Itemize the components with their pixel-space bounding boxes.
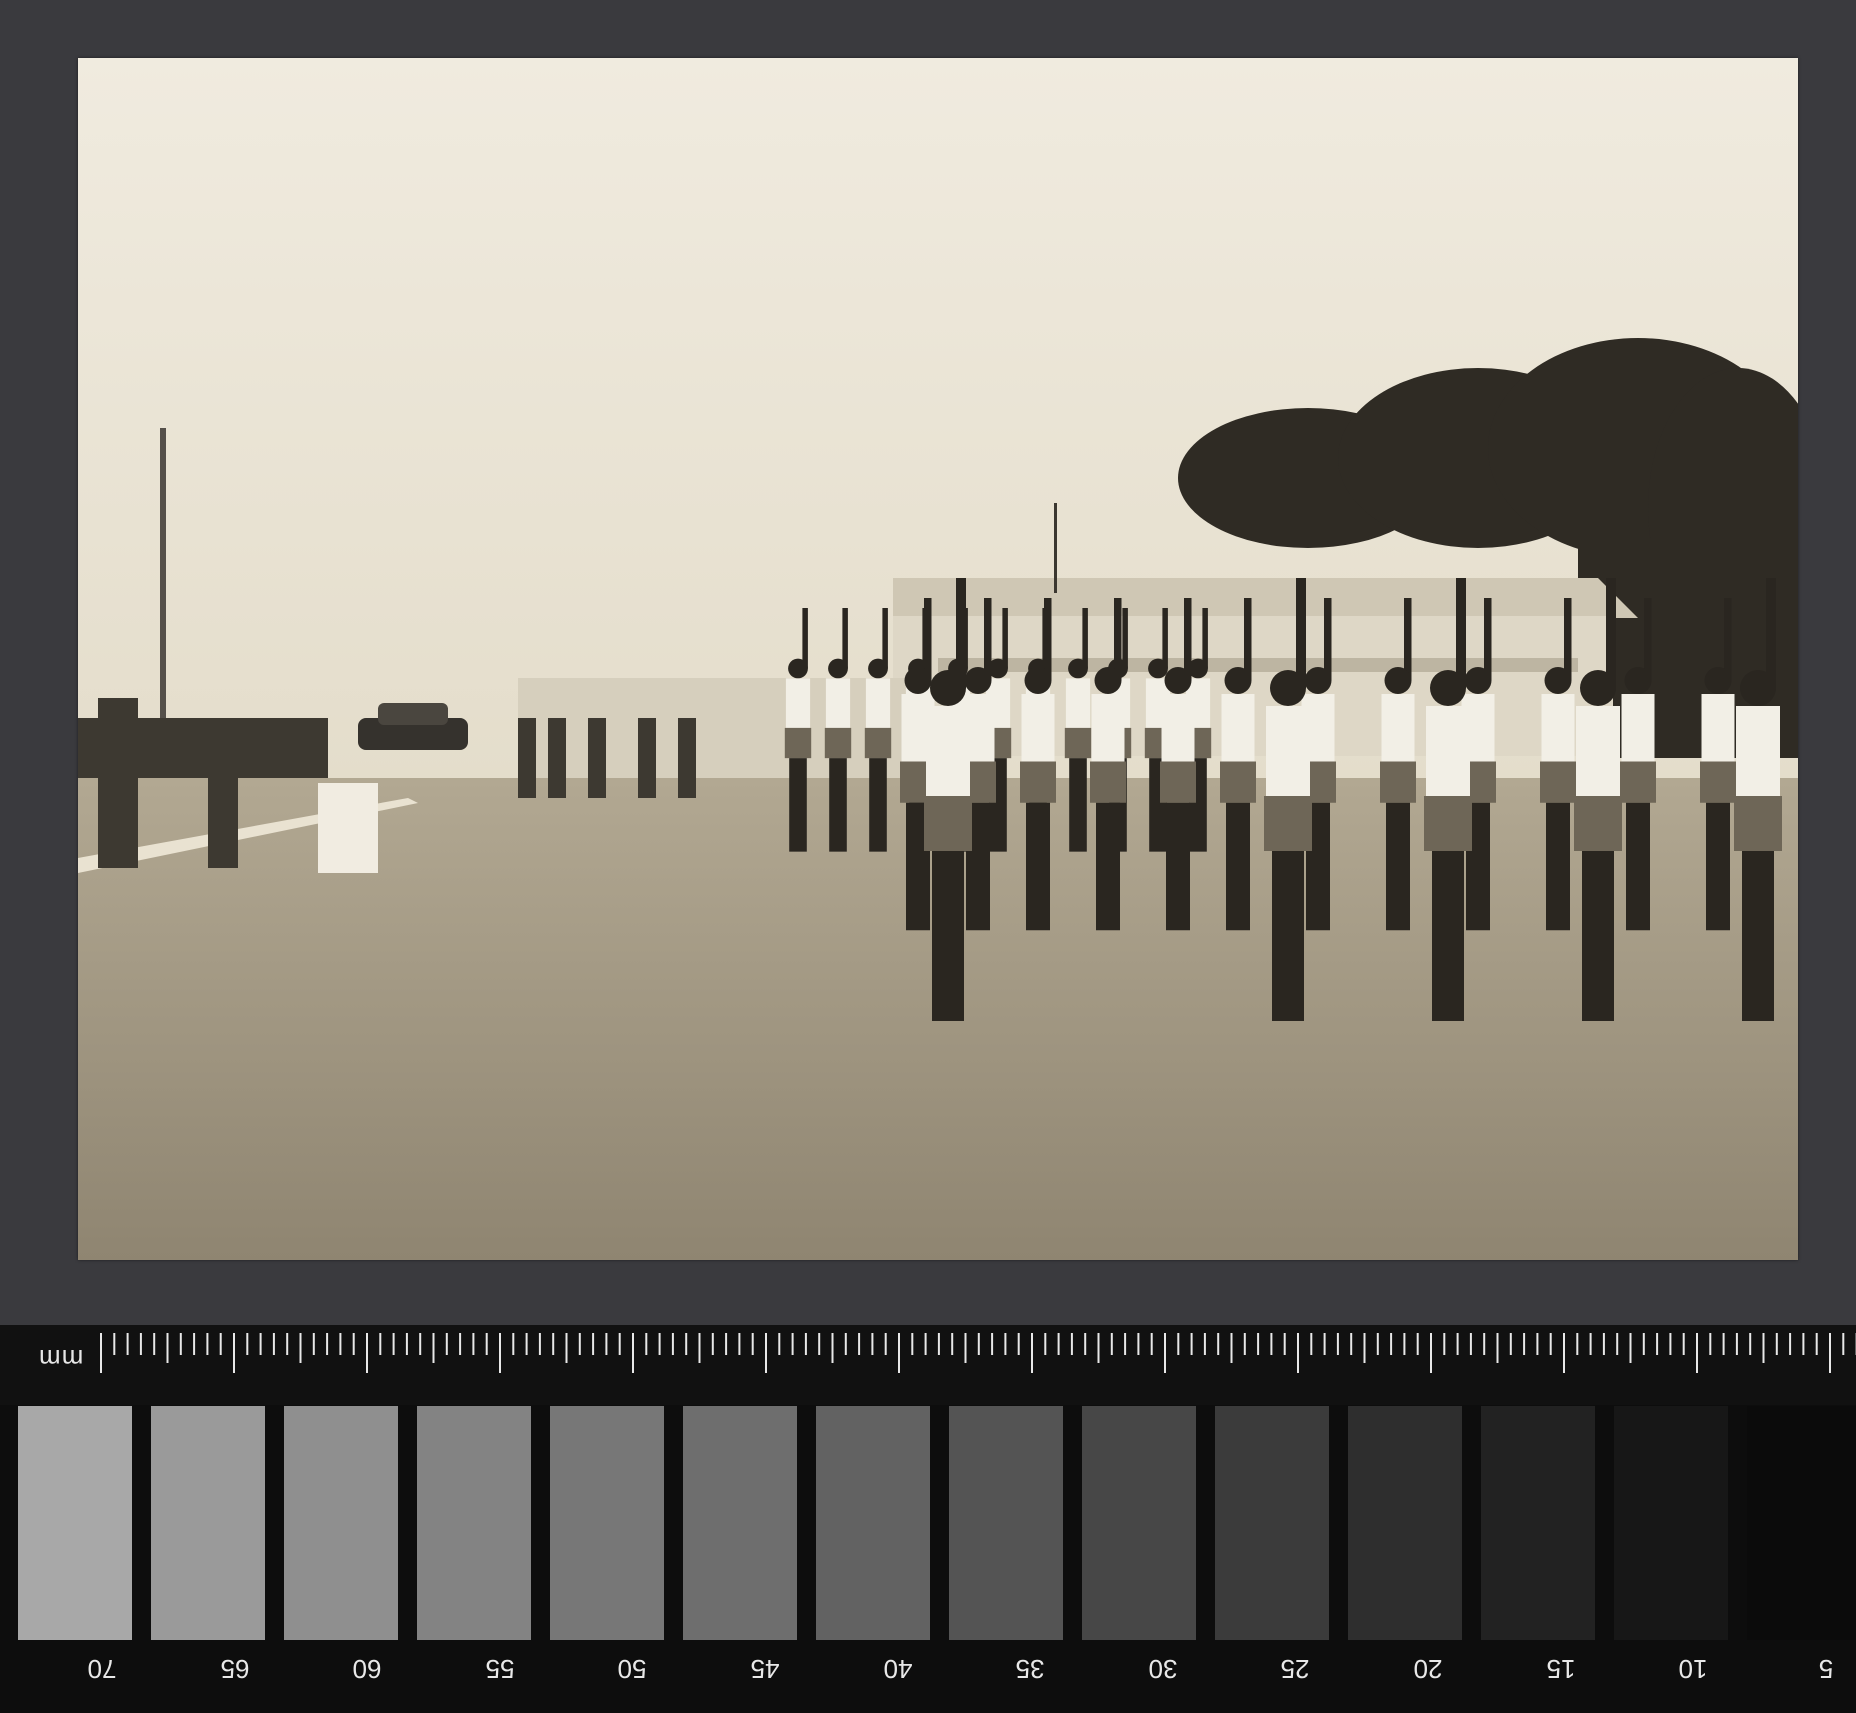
gray-patch	[1614, 1406, 1728, 1640]
scale-number: 60	[352, 1654, 382, 1684]
scale-number: 10	[1678, 1654, 1708, 1684]
gray-patch	[1215, 1406, 1329, 1640]
gray-patch	[683, 1406, 797, 1640]
scale-number: 40	[883, 1654, 913, 1684]
gray-patch	[1481, 1406, 1595, 1640]
color-target: mm 70 65 60 55 50 45 40 35 30 25 20 15 10 5	[0, 1325, 1856, 1713]
gray-patch	[284, 1406, 398, 1640]
flagpole	[1054, 503, 1057, 593]
scale-number: 30	[1148, 1654, 1178, 1684]
scale-number: 20	[1413, 1654, 1443, 1684]
gray-patch	[1747, 1406, 1856, 1640]
scale-number: 65	[220, 1654, 250, 1684]
utility-pole	[160, 428, 166, 758]
gray-patch	[949, 1406, 1063, 1640]
gray-patches: 70 65 60 55 50 45 40 35 30 25 20 15 10 5	[0, 1325, 1856, 1713]
scale-number: 25	[1280, 1654, 1310, 1684]
scale-number: 35	[1015, 1654, 1045, 1684]
gray-patch	[550, 1406, 664, 1640]
gray-patch	[18, 1406, 132, 1640]
scale-number: 5	[1818, 1654, 1834, 1684]
photograph	[78, 58, 1798, 1260]
podium	[318, 783, 378, 873]
gray-patch	[816, 1406, 930, 1640]
scale-number: 15	[1546, 1654, 1576, 1684]
scale-number: 70	[87, 1654, 117, 1684]
scale-number: 45	[750, 1654, 780, 1684]
gray-patch	[1082, 1406, 1196, 1640]
scale-number: 50	[617, 1654, 647, 1684]
scale-number: 55	[485, 1654, 515, 1684]
gray-patch	[417, 1406, 531, 1640]
gray-patch	[1348, 1406, 1462, 1640]
photo-scene	[78, 58, 1798, 1260]
gray-patch	[151, 1406, 265, 1640]
